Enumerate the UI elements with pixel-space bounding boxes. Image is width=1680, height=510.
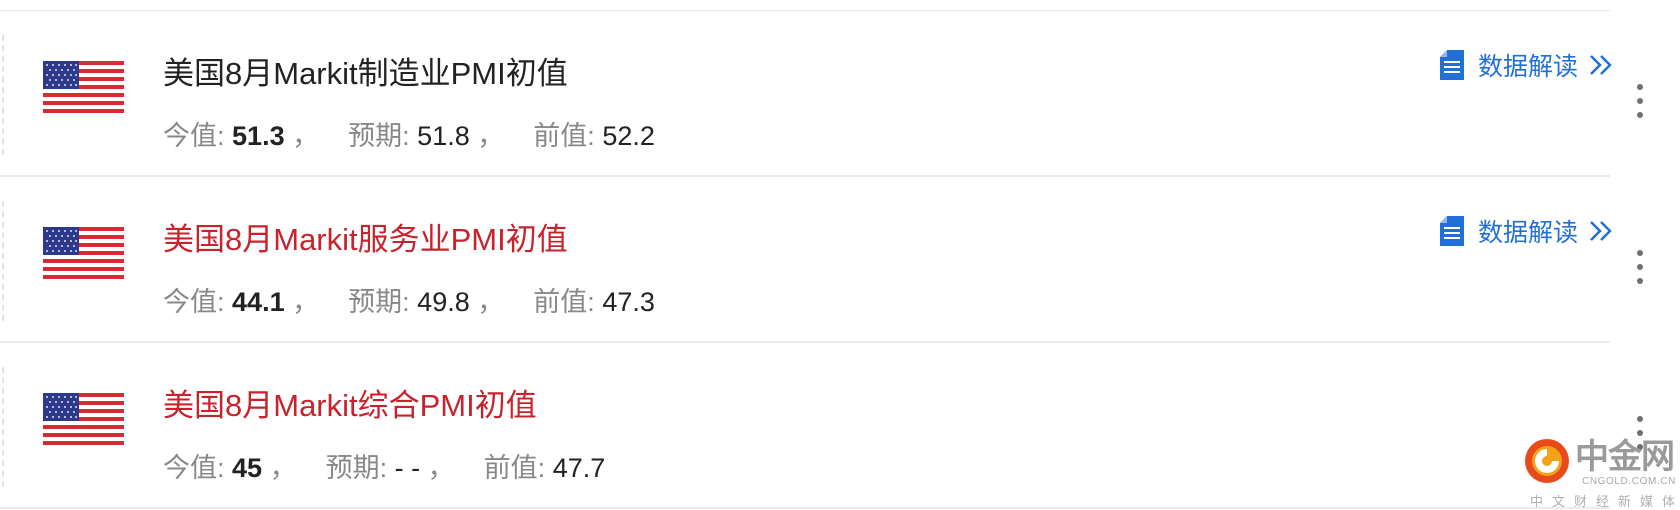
actual-value: 51.3 xyxy=(232,121,285,151)
previous-value: 47.7 xyxy=(552,453,606,483)
actual-label: 今值: xyxy=(163,453,225,483)
cngold-logo-icon xyxy=(1525,439,1569,483)
forecast-value: - - xyxy=(394,453,421,483)
actual-label: 今值: xyxy=(163,121,225,151)
data-interpretation-label[interactable]: 数据解读 xyxy=(1478,47,1578,83)
data-interpretation-label[interactable]: 数据解读 xyxy=(1478,213,1578,249)
row-left-dash xyxy=(2,35,4,155)
document-icon xyxy=(1440,216,1464,246)
previous-label: 前值: xyxy=(483,453,546,483)
watermark-name: 中金网 xyxy=(1575,437,1675,477)
row-left-dash xyxy=(2,201,4,321)
event-values: 今值: 51.3 ， 预期: 51.8 ， 前值: 52.2 xyxy=(163,116,655,156)
event-row[interactable]: 美国8月Markit制造业PMI初值 今值: 51.3 ， 预期: 51.8 ，… xyxy=(0,11,1643,177)
more-options-icon[interactable] xyxy=(1634,250,1646,290)
previous-label: 前值: xyxy=(533,287,595,317)
previous-value: 52.2 xyxy=(602,121,655,151)
separator: ， xyxy=(269,453,297,483)
document-icon xyxy=(1440,50,1464,80)
watermark-tagline: 中文财经新媒体 xyxy=(1530,494,1680,509)
cngold-watermark: 中金网 CNGOLD.COM.CN 中文财经新媒体 xyxy=(1522,436,1680,510)
double-chevron-right-icon xyxy=(1590,55,1612,75)
actual-value: 45 xyxy=(232,453,263,483)
separator: ， xyxy=(292,287,320,317)
separator: ， xyxy=(477,287,505,317)
forecast-label: 预期: xyxy=(348,121,410,151)
forecast-value: 51.8 xyxy=(417,121,470,151)
double-chevron-right-icon xyxy=(1590,221,1612,241)
separator: ， xyxy=(427,453,455,483)
event-title[interactable]: 美国8月Markit服务业PMI初值 xyxy=(163,220,568,260)
data-interpretation-link[interactable]: 数据解读 xyxy=(1440,45,1614,85)
event-values: 今值: 45 ， 预期: - - ， 前值: 47.7 xyxy=(163,448,605,488)
previous-label: 前值: xyxy=(533,121,595,151)
separator: ， xyxy=(477,121,505,151)
forecast-label: 预期: xyxy=(325,453,388,483)
data-interpretation-link[interactable]: 数据解读 xyxy=(1440,211,1614,251)
forecast-label: 预期: xyxy=(348,287,410,317)
us-flag-icon xyxy=(43,393,124,445)
actual-value: 44.1 xyxy=(232,287,285,317)
forecast-value: 49.8 xyxy=(417,287,470,317)
event-row[interactable]: 美国8月Markit综合PMI初值 今值: 45 ， 预期: - - ， 前值:… xyxy=(0,343,1643,509)
row-divider xyxy=(0,507,1610,509)
event-title[interactable]: 美国8月Markit综合PMI初值 xyxy=(163,386,537,426)
us-flag-icon xyxy=(43,61,124,113)
previous-value: 47.3 xyxy=(602,287,655,317)
event-title[interactable]: 美国8月Markit制造业PMI初值 xyxy=(163,54,568,94)
event-values: 今值: 44.1 ， 预期: 49.8 ， 前值: 47.3 xyxy=(163,282,655,322)
event-row[interactable]: 美国8月Markit服务业PMI初值 今值: 44.1 ， 预期: 49.8 ，… xyxy=(0,177,1643,343)
more-options-icon[interactable] xyxy=(1634,84,1646,124)
separator: ， xyxy=(292,121,320,151)
watermark-domain: CNGOLD.COM.CN xyxy=(1582,476,1676,487)
us-flag-icon xyxy=(43,227,124,279)
actual-label: 今值: xyxy=(163,287,225,317)
row-left-dash xyxy=(2,367,4,487)
